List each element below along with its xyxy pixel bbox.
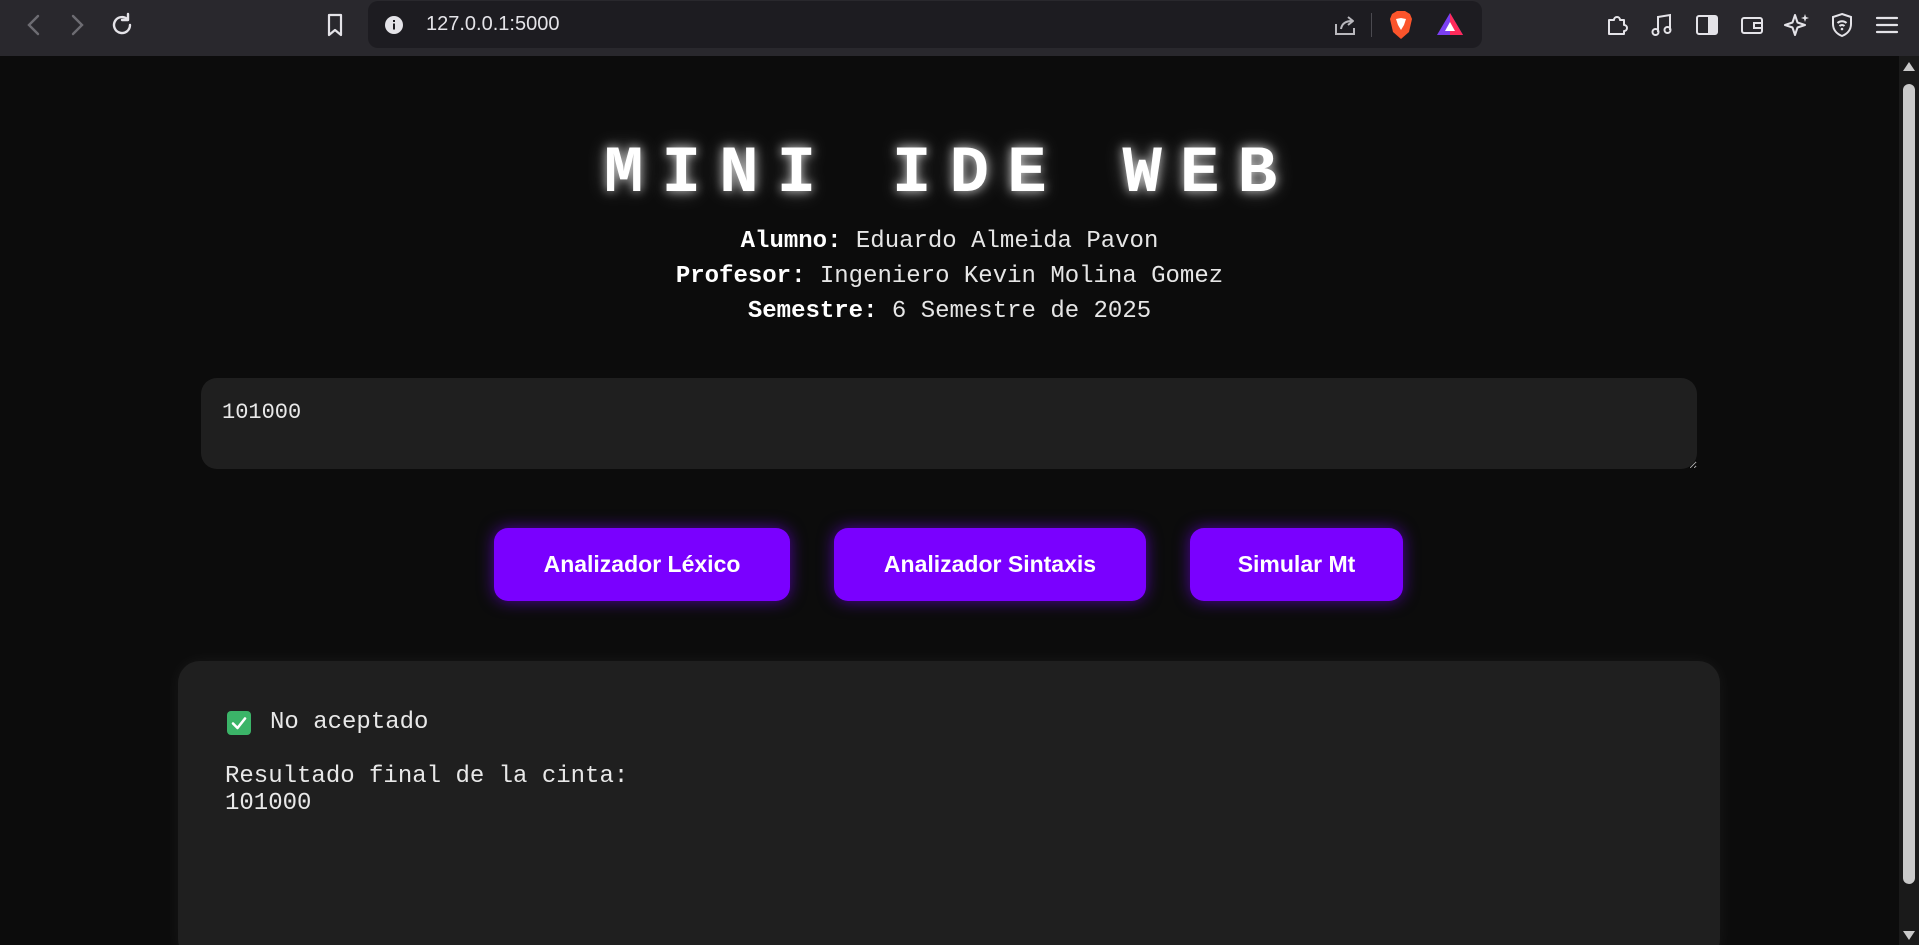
media-button[interactable]: [1647, 10, 1677, 40]
lexical-analyzer-button[interactable]: Analizador Léxico: [494, 528, 790, 601]
page-title: MINI IDE WEB: [603, 136, 1296, 211]
semester-line: Semestre: 6 Semestre de 2025: [0, 298, 1899, 325]
sidebar-button[interactable]: [1692, 10, 1722, 40]
scrollbar-thumb[interactable]: [1903, 84, 1915, 884]
browser-toolbar: 127.0.0.1:5000: [0, 0, 1919, 56]
chevron-right-icon: [71, 14, 84, 36]
professor-label: Profesor:: [675, 263, 806, 290]
result-status: No aceptado: [227, 709, 428, 736]
check-mark-icon: [227, 710, 251, 735]
scroll-down-arrow-icon[interactable]: [1903, 931, 1915, 940]
vertical-scrollbar[interactable]: [1899, 56, 1919, 945]
divider: [1371, 13, 1372, 37]
output-panel: No aceptado Resultado final de la cinta:…: [178, 661, 1720, 945]
semester-label: Semestre:: [747, 298, 878, 325]
status-text: No aceptado: [270, 709, 429, 736]
sparkle-icon: [1784, 14, 1809, 36]
bookmark-button[interactable]: [318, 8, 352, 42]
url-text[interactable]: 127.0.0.1:5000: [426, 13, 559, 36]
sidebar-icon: [1696, 15, 1718, 35]
simulate-tm-button[interactable]: Simular Mt: [1190, 528, 1403, 601]
hamburger-icon: [1875, 16, 1899, 34]
reload-button[interactable]: [105, 8, 139, 42]
student-line: Alumno: Eduardo Almeida Pavon: [0, 228, 1899, 255]
site-info-icon[interactable]: [384, 15, 404, 40]
brave-shields-icon[interactable]: [1388, 10, 1414, 45]
wallet-icon: [1741, 17, 1763, 34]
page: MINI IDE WEB Alumno: Eduardo Almeida Pav…: [0, 56, 1899, 945]
student-name: Eduardo Almeida Pavon: [855, 228, 1159, 255]
menu-button[interactable]: [1872, 10, 1902, 40]
wallet-button[interactable]: [1737, 10, 1767, 40]
puzzle-icon: [1608, 16, 1628, 35]
semester-value: 6 Semestre de 2025: [891, 298, 1152, 325]
professor-line: Profesor: Ingeniero Kevin Molina Gomez: [0, 263, 1899, 290]
brave-rewards-icon[interactable]: [1436, 11, 1464, 42]
code-input[interactable]: 101000: [201, 378, 1697, 469]
chevron-left-icon: [27, 14, 40, 36]
forward-button[interactable]: [60, 8, 94, 42]
student-label: Alumno:: [740, 228, 842, 255]
professor-name: Ingeniero Kevin Molina Gomez: [819, 263, 1224, 290]
result-value: 101000: [225, 790, 312, 817]
bookmark-icon: [327, 13, 343, 37]
syntax-analyzer-button[interactable]: Analizador Sintaxis: [834, 528, 1146, 601]
back-button[interactable]: [17, 8, 51, 42]
leo-ai-button[interactable]: [1782, 10, 1812, 40]
vpn-button[interactable]: [1827, 10, 1857, 40]
address-bar[interactable]: 127.0.0.1:5000: [368, 1, 1482, 48]
shield-wifi-icon: [1832, 12, 1852, 38]
result-label: Resultado final de la cinta:: [225, 763, 629, 790]
reload-icon: [112, 12, 132, 35]
music-note-icon: [1651, 13, 1672, 36]
scroll-up-arrow-icon[interactable]: [1903, 62, 1915, 71]
share-icon[interactable]: [1332, 12, 1358, 43]
extensions-button[interactable]: [1602, 10, 1632, 40]
